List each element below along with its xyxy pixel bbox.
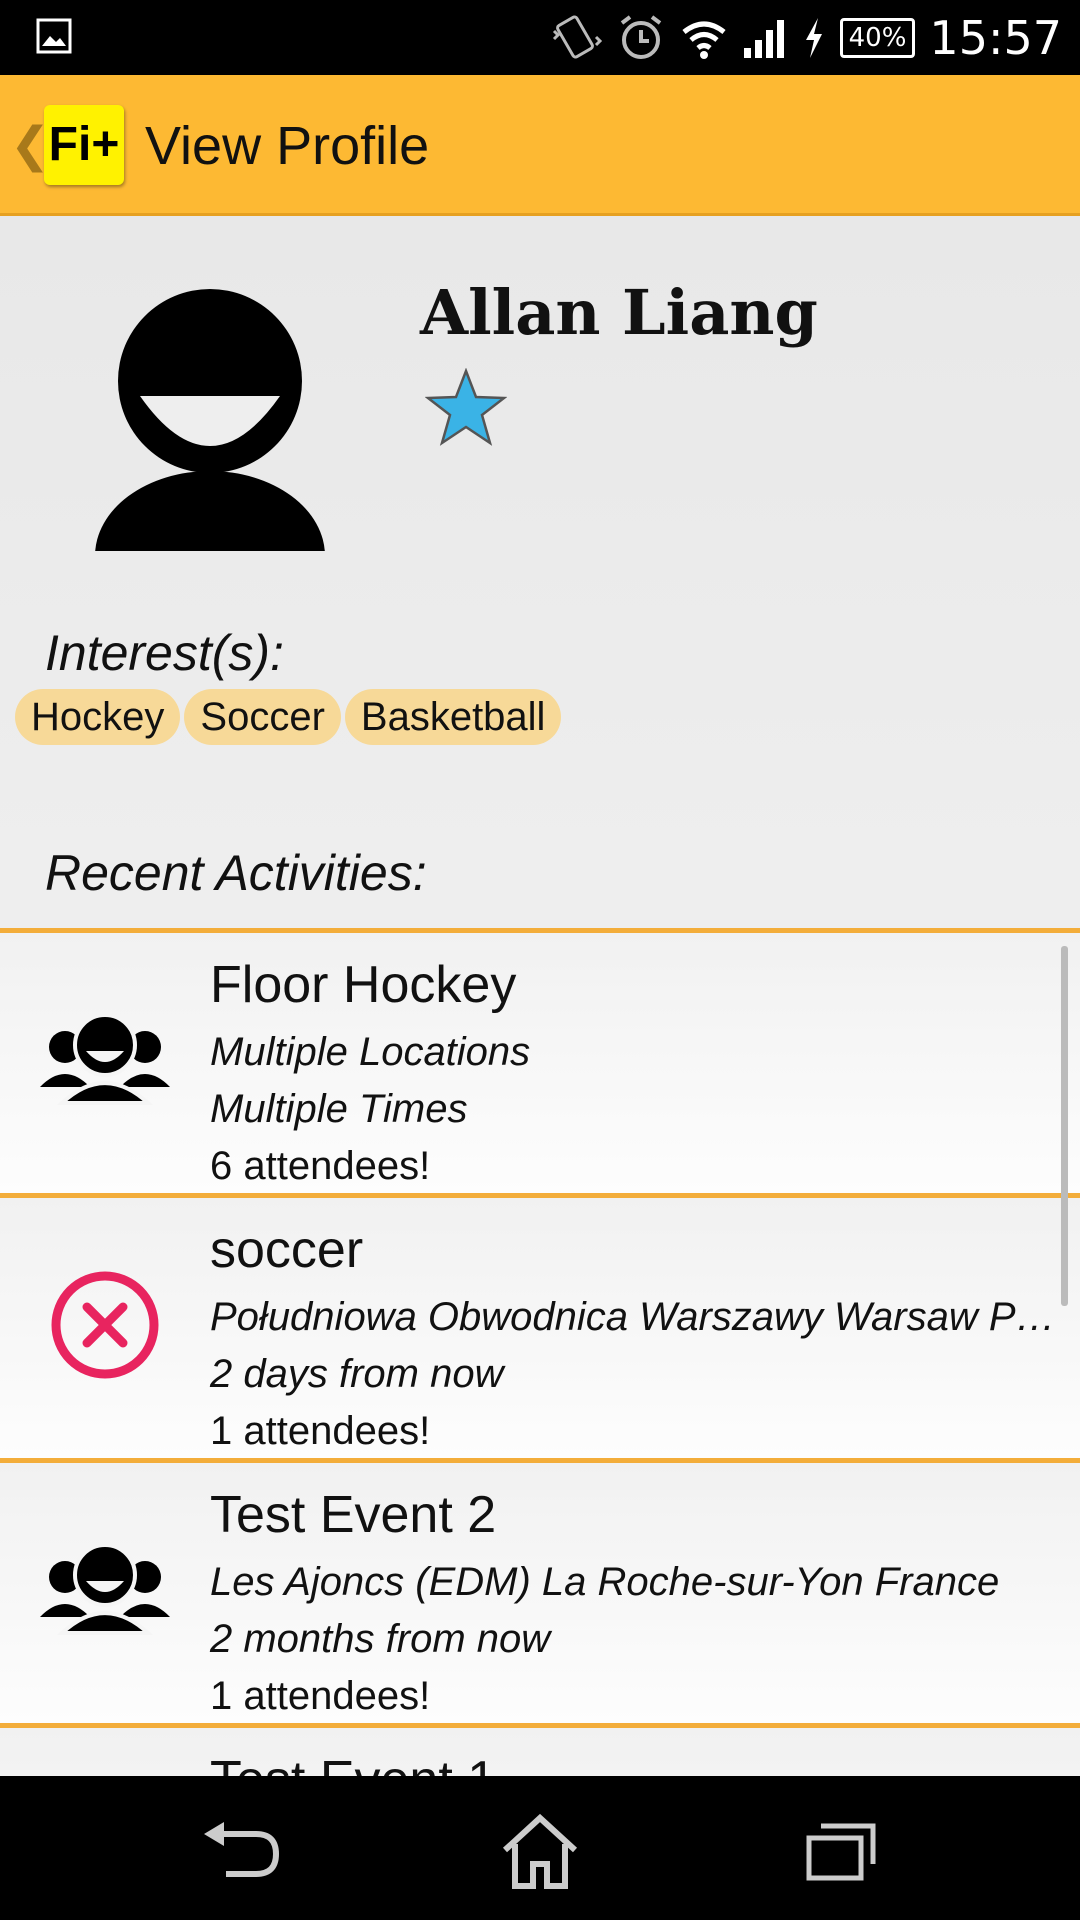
activity-attendees: 1 attendees! (210, 1674, 431, 1718)
clock: 15:57 (929, 11, 1062, 65)
interest-chip[interactable]: Hockey (15, 689, 181, 745)
page-title: View Profile (145, 116, 430, 176)
group-icon (40, 1013, 170, 1105)
profile-content: Allan Liang Interest(s): Hockey Soccer B… (0, 216, 1080, 1776)
interest-chip[interactable]: Soccer (184, 689, 341, 745)
app-logo[interactable]: Fi+ (44, 105, 124, 185)
activity-title: soccer (210, 1221, 364, 1279)
avatar (95, 289, 325, 551)
interests-chips: Hockey Soccer Basketball (15, 689, 562, 745)
activity-item-floor-hockey[interactable]: Floor Hockey Multiple Locations Multiple… (0, 933, 1080, 1193)
home-icon[interactable] (495, 1812, 585, 1892)
profile-name: Allan Liang (420, 276, 818, 349)
activity-location: Multiple Locations (210, 1030, 531, 1074)
activity-attendees: 1 attendees! (210, 1409, 431, 1453)
battery-indicator: 40% (839, 18, 916, 58)
list-scrollbar[interactable] (1061, 946, 1068, 1306)
activity-title: Floor Hockey (210, 956, 517, 1014)
alarm-icon (620, 15, 661, 59)
interest-chip[interactable]: Basketball (344, 689, 562, 745)
back-icon[interactable] (196, 1812, 286, 1892)
status-bar: 40% 15:57 (0, 0, 1080, 75)
interests-label: Interest(s): (45, 625, 284, 681)
activity-time: Multiple Times (210, 1087, 468, 1131)
activity-item-soccer[interactable]: soccer Południowa Obwodnica Warszawy War… (0, 1198, 1080, 1458)
image-notification-icon (36, 18, 72, 54)
activity-time: 2 days from now (210, 1352, 504, 1396)
vibrate-icon (552, 15, 602, 59)
activity-attendees: 6 attendees! (210, 1144, 431, 1188)
recent-activities-label: Recent Activities: (45, 845, 427, 901)
cancel-icon (51, 1271, 159, 1379)
activity-item-test-event-2[interactable]: Test Event 2 Les Ajoncs (EDM) La Roche-s… (0, 1463, 1080, 1723)
recents-icon[interactable] (795, 1812, 885, 1892)
activity-item-test-event-1[interactable]: Test Event 1 (0, 1728, 1080, 1776)
wifi-icon (682, 21, 726, 59)
activity-location: Les Ajoncs (EDM) La Roche-sur-Yon France (210, 1560, 1000, 1604)
charging-icon (805, 18, 822, 58)
system-nav-bar (0, 1776, 1080, 1920)
activities-list[interactable]: Floor Hockey Multiple Locations Multiple… (0, 928, 1080, 1776)
activity-time: 2 months from now (210, 1617, 551, 1661)
activity-location: Południowa Obwodnica Warszawy Warsaw Pol… (210, 1295, 1070, 1339)
signal-icon (743, 20, 784, 58)
activity-title: Test Event 2 (210, 1486, 497, 1544)
activity-title: Test Event 1 (210, 1750, 496, 1776)
group-icon (40, 1543, 170, 1635)
star-icon[interactable] (425, 368, 507, 446)
app-bar: ❮ Fi+ View Profile (0, 75, 1080, 216)
